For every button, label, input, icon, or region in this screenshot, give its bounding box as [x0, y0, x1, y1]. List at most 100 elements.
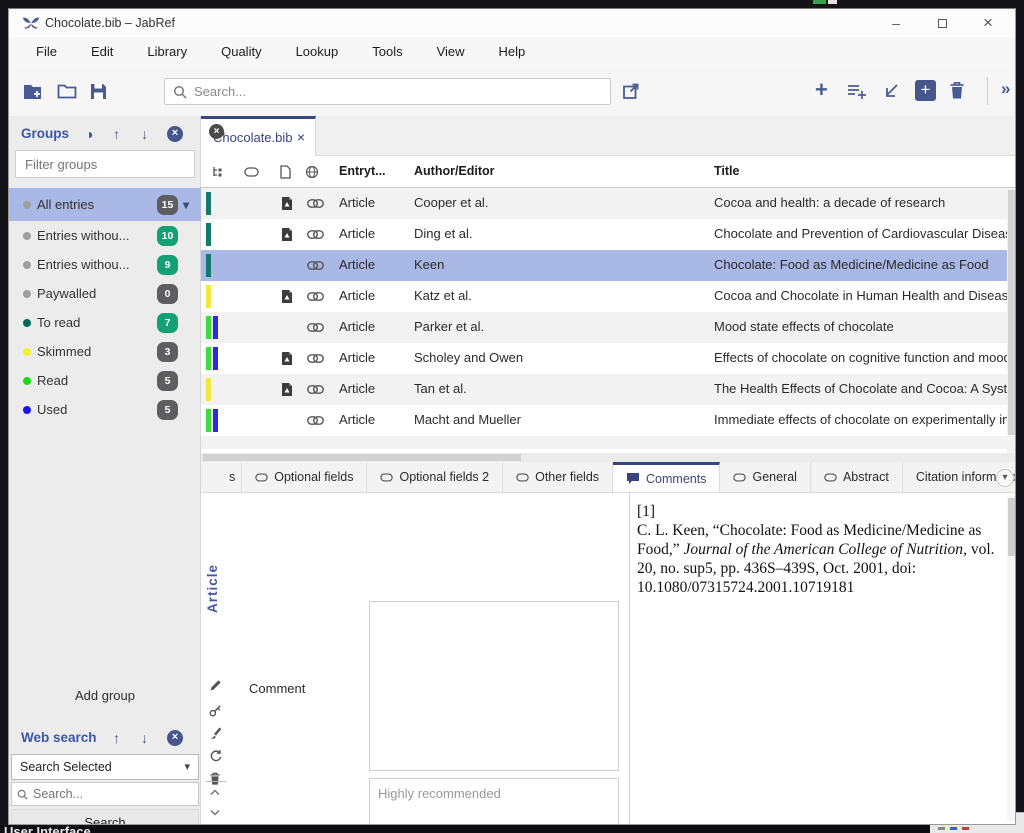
group-union-toggle-icon[interactable]: ◑ — [85, 126, 93, 142]
link-icon[interactable] — [307, 230, 324, 239]
close-tab-icon[interactable]: × — [297, 129, 305, 145]
search-input[interactable] — [194, 84, 602, 99]
scrollbar-thumb[interactable] — [1008, 190, 1015, 435]
table-row[interactable]: Article Katz et al. Cocoa and Chocolate … — [201, 281, 1016, 312]
tag-column-icon[interactable] — [244, 167, 259, 177]
edit-pencil-icon[interactable] — [209, 679, 222, 692]
group-item[interactable]: All entries 15 ▾ — [9, 188, 201, 221]
menu-item-help[interactable]: Help — [482, 37, 543, 67]
url-column-icon[interactable] — [305, 165, 319, 179]
close-entry-editor-icon[interactable]: × — [209, 124, 224, 139]
scrollbar-thumb[interactable] — [1008, 498, 1015, 556]
move-group-up-icon[interactable]: ↑ — [113, 126, 120, 142]
group-item[interactable]: Used 5 — [9, 395, 201, 424]
pdf-file-icon[interactable] — [281, 289, 293, 304]
cleanup-brush-icon[interactable] — [209, 726, 222, 739]
menu-item-view[interactable]: View — [420, 37, 482, 67]
maximize-button[interactable] — [919, 9, 965, 37]
web-search-field[interactable] — [11, 782, 199, 806]
preview-scrollbar[interactable] — [1007, 496, 1016, 822]
move-panel-down-icon[interactable]: ↓ — [141, 730, 148, 746]
link-icon[interactable] — [307, 354, 324, 363]
open-library-icon[interactable] — [57, 83, 77, 99]
group-item[interactable]: Skimmed 3 — [9, 337, 201, 366]
delete-entry-icon[interactable] — [209, 772, 221, 785]
web-search-input[interactable] — [33, 787, 193, 801]
tab-s[interactable]: s — [227, 462, 242, 492]
tab-general[interactable]: General — [720, 462, 810, 492]
table-row[interactable]: Article Keen Chocolate: Food as Medicine… — [201, 250, 1016, 281]
menu-item-file[interactable]: File — [19, 37, 74, 67]
tab-abstract[interactable]: Abstract — [811, 462, 903, 492]
link-icon[interactable] — [307, 323, 324, 332]
table-horizontal-scrollbar[interactable] — [201, 453, 1016, 462]
move-panel-up-icon[interactable]: ↑ — [113, 730, 120, 746]
web-search-button[interactable]: Search — [11, 809, 199, 825]
pdf-file-icon[interactable] — [281, 382, 293, 397]
table-row[interactable]: Article Tan et al. The Health Effects of… — [201, 374, 1016, 405]
tab-comments[interactable]: Comments — [613, 462, 720, 492]
fetcher-dropdown[interactable]: Search Selected ▾ — [11, 754, 199, 780]
column-header-entrytype[interactable]: Entryt... — [339, 164, 386, 178]
move-group-down-icon[interactable]: ↓ — [141, 126, 148, 142]
link-icon[interactable] — [307, 416, 324, 425]
tab-optional-fields[interactable]: Optional fields — [242, 462, 367, 492]
refresh-icon[interactable] — [209, 749, 222, 762]
close-groups-panel-icon[interactable]: × — [167, 126, 183, 142]
group-item[interactable]: Entries withou... 10 — [9, 221, 201, 250]
chevron-down-icon[interactable]: ▾ — [183, 198, 189, 212]
next-entry-icon[interactable] — [210, 809, 220, 816]
add-entry-from-list-icon[interactable] — [847, 83, 867, 100]
save-library-icon[interactable] — [90, 83, 107, 100]
menu-item-edit[interactable]: Edit — [74, 37, 130, 67]
new-entry-plus-icon[interactable]: + — [815, 77, 828, 103]
link-icon[interactable] — [307, 261, 324, 270]
close-web-search-icon[interactable]: × — [167, 730, 183, 746]
previous-entry-icon[interactable] — [210, 789, 220, 796]
tab-other-fields[interactable]: Other fields — [503, 462, 613, 492]
minimize-button[interactable]: – — [873, 9, 919, 37]
table-row[interactable]: Article Scholey and Owen Effects of choc… — [201, 343, 1016, 374]
table-row[interactable]: Article Ding et al. Chocolate and Preven… — [201, 219, 1016, 250]
table-vertical-scrollbar[interactable] — [1007, 188, 1016, 453]
table-row[interactable]: Article Parker et al. Mood state effects… — [201, 312, 1016, 343]
link-icon[interactable] — [307, 292, 324, 301]
link-icon[interactable] — [307, 385, 324, 394]
pdf-file-icon[interactable] — [281, 351, 293, 366]
pdf-file-icon[interactable] — [281, 196, 293, 211]
filter-groups-input[interactable] — [15, 150, 195, 178]
new-library-icon[interactable] — [23, 83, 44, 100]
scrollbar-thumb[interactable] — [203, 454, 521, 461]
group-item[interactable]: Read 5 — [9, 366, 201, 395]
close-button[interactable]: × — [965, 9, 1011, 37]
import-arrow-icon[interactable] — [883, 83, 899, 99]
file-column-icon[interactable] — [280, 165, 291, 179]
key-icon[interactable] — [209, 704, 222, 717]
delete-entry-icon[interactable] — [949, 81, 965, 99]
link-icon[interactable] — [307, 199, 324, 208]
group-item[interactable]: Entries withou... 9 — [9, 250, 201, 279]
column-header-title[interactable]: Title — [714, 164, 739, 178]
group-color-column-icon[interactable] — [212, 166, 225, 178]
menu-item-lookup[interactable]: Lookup — [279, 37, 356, 67]
toolbar-overflow-button[interactable]: » — [1001, 79, 1010, 99]
table-row-partial[interactable] — [201, 436, 1016, 449]
add-group-button[interactable]: Add group — [9, 688, 201, 703]
new-entry-button[interactable]: + — [915, 80, 936, 101]
menu-item-library[interactable]: Library — [130, 37, 204, 67]
open-search-window-icon[interactable] — [622, 82, 640, 100]
column-header-author[interactable]: Author/Editor — [414, 164, 495, 178]
editor-divider[interactable] — [629, 493, 630, 825]
global-search-field[interactable] — [164, 78, 611, 105]
tab-overflow-button[interactable]: ▾ — [996, 469, 1014, 487]
tab-optional-fields-2[interactable]: Optional fields 2 — [367, 462, 503, 492]
menu-item-quality[interactable]: Quality — [204, 37, 278, 67]
group-item[interactable]: To read 7 — [9, 308, 201, 337]
comment-otheruser-textarea[interactable] — [369, 778, 619, 825]
table-row[interactable]: Article Cooper et al. Cocoa and health: … — [201, 188, 1016, 219]
group-item[interactable]: Paywalled 0 — [9, 279, 201, 308]
table-row[interactable]: Article Macht and Mueller Immediate effe… — [201, 405, 1016, 436]
comment-textarea[interactable] — [369, 601, 619, 771]
titlebar[interactable]: Chocolate.bib – JabRef – × — [9, 9, 1016, 37]
pdf-file-icon[interactable] — [281, 227, 293, 242]
